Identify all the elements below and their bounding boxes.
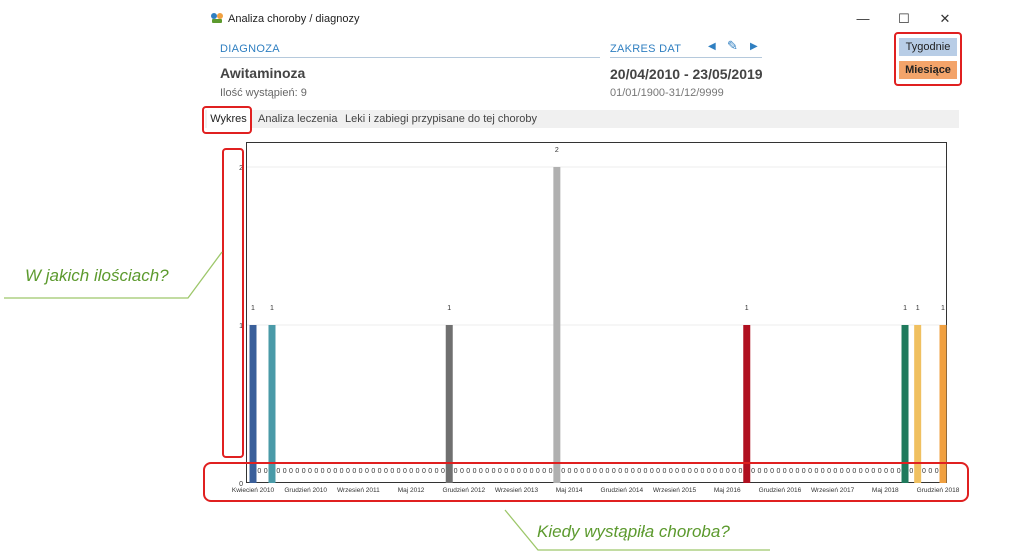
annotation-when: Kiedy wystąpiła choroba?	[537, 522, 730, 541]
annotation-quantity: W jakich ilościach?	[25, 266, 169, 285]
